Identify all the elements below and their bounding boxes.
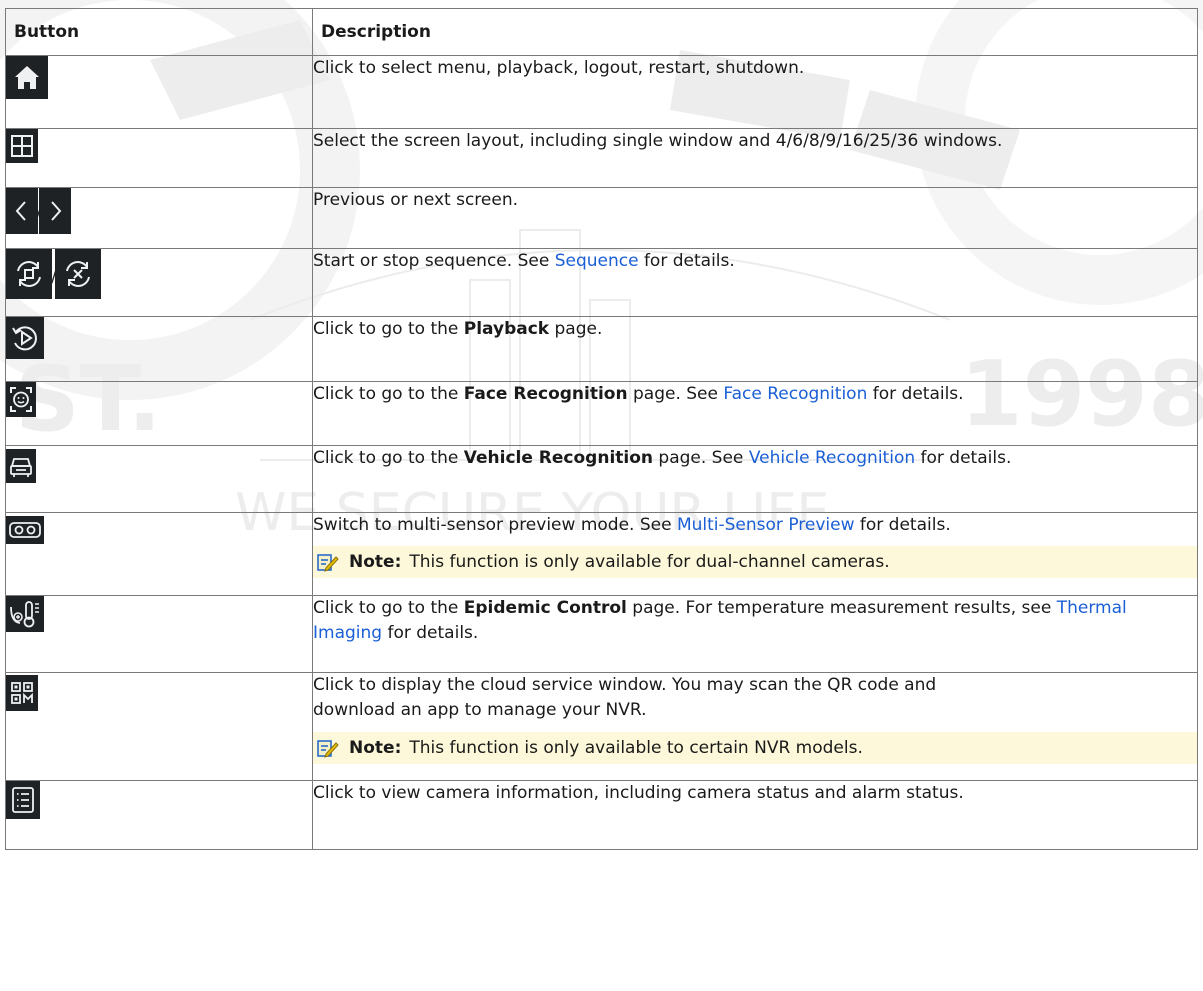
description-cell: Click to go to the Face Recognition page… xyxy=(312,381,1198,446)
description-text: page. See xyxy=(627,384,724,404)
table-row: Click to go to the Face Recognition page… xyxy=(5,381,1198,446)
link-sequence[interactable]: Sequence xyxy=(555,251,639,271)
description-text: Select the screen layout, including sing… xyxy=(313,131,1003,151)
button-cell xyxy=(5,512,313,596)
table-row: Click to select menu, playback, logout, … xyxy=(5,55,1198,129)
table-row: Click to go to the Epidemic Control page… xyxy=(5,595,1198,673)
button-description-table: Button Description Click to select menu,… xyxy=(5,8,1198,850)
description-text: page. xyxy=(549,319,603,339)
link-face-recognition[interactable]: Face Recognition xyxy=(723,384,867,404)
description-text: Click to go to the xyxy=(313,448,464,468)
description-text: for details. xyxy=(867,384,964,404)
description-cell: Select the screen layout, including sing… xyxy=(312,128,1198,188)
table-row: / Previous or next screen. xyxy=(5,187,1198,249)
description-text: page. See xyxy=(653,448,749,468)
description-cell: Click to go to the Playback page. xyxy=(312,316,1198,382)
description-cell: Click to go to the Epidemic Control page… xyxy=(312,595,1198,673)
note-pencil-icon xyxy=(317,552,339,572)
header-button: Button xyxy=(5,8,313,56)
table-row: Click to go to the Vehicle Recognition p… xyxy=(5,445,1198,513)
description-text: for details. xyxy=(915,448,1012,468)
note-label: Note: xyxy=(349,737,402,758)
button-cell: / xyxy=(5,187,313,249)
description-text: for details. xyxy=(382,623,479,643)
bold-ui-term: Vehicle Recognition xyxy=(463,448,654,468)
table-row: Select the screen layout, including sing… xyxy=(5,128,1198,188)
description-text: for details. xyxy=(854,515,951,535)
start-sequence-icon[interactable] xyxy=(6,249,52,299)
table-row: / Start or stop sequence. See Sequence f… xyxy=(5,248,1198,317)
note-box: Note: This function is only available to … xyxy=(313,732,1197,764)
description-text: Click to go to the xyxy=(313,319,464,339)
description-text: Click to display the cloud service windo… xyxy=(313,675,937,720)
button-cell xyxy=(5,672,313,781)
description-text: Click to view camera information, includ… xyxy=(313,783,964,803)
description-cell: Click to go to the Vehicle Recognition p… xyxy=(312,445,1198,513)
table-row: Click to display the cloud service windo… xyxy=(5,672,1198,781)
description-text: for details. xyxy=(638,251,735,271)
link-vehicle-recognition[interactable]: Vehicle Recognition xyxy=(749,448,915,468)
screen-layout-icon[interactable] xyxy=(6,129,38,163)
note-text: This function is only available for dual… xyxy=(409,551,890,572)
description-cell: Click to select menu, playback, logout, … xyxy=(312,55,1198,129)
stop-sequence-icon[interactable] xyxy=(54,249,101,299)
playback-icon[interactable] xyxy=(6,317,44,359)
table-row: Click to view camera information, includ… xyxy=(5,780,1198,850)
description-text: Click to go to the xyxy=(313,384,464,404)
next-screen-icon[interactable] xyxy=(38,188,71,234)
description-text: Click to go to the xyxy=(313,598,464,618)
header-description: Description xyxy=(312,8,1198,56)
button-cell xyxy=(5,316,313,382)
description-text: Previous or next screen. xyxy=(313,190,519,210)
button-cell xyxy=(5,780,313,850)
button-cell: / xyxy=(5,248,313,317)
button-cell xyxy=(5,128,313,188)
description-text: Start or stop sequence. See xyxy=(313,251,555,271)
button-cell xyxy=(5,595,313,673)
camera-info-list-icon[interactable] xyxy=(6,781,40,819)
button-cell xyxy=(5,381,313,446)
description-text: Switch to multi-sensor preview mode. See xyxy=(313,515,677,535)
bold-ui-term: Epidemic Control xyxy=(463,598,627,618)
table-row: Click to go to the Playback page. xyxy=(5,316,1198,382)
qr-code-icon[interactable] xyxy=(6,675,38,711)
epidemic-control-icon[interactable] xyxy=(6,596,44,632)
table-header-row: Button Description xyxy=(5,8,1198,56)
note-label: Note: xyxy=(349,551,402,572)
description-text: Click to select menu, playback, logout, … xyxy=(313,58,805,78)
face-recognition-icon[interactable] xyxy=(6,382,36,417)
bold-ui-term: Face Recognition xyxy=(463,384,628,404)
description-cell: Previous or next screen. xyxy=(312,187,1198,249)
description-cell: Start or stop sequence. See Sequence for… xyxy=(312,248,1198,317)
link-multi-sensor-preview[interactable]: Multi-Sensor Preview xyxy=(677,515,855,535)
table-row: Switch to multi-sensor preview mode. See… xyxy=(5,512,1198,596)
description-text: page. For temperature measurement result… xyxy=(626,598,1057,618)
bold-ui-term: Playback xyxy=(463,319,550,339)
note-text: This function is only available to certa… xyxy=(409,737,863,758)
multi-sensor-icon[interactable] xyxy=(6,516,44,544)
previous-screen-icon[interactable] xyxy=(6,188,38,234)
note-box: Note: This function is only available for… xyxy=(313,546,1197,578)
description-cell: Click to display the cloud service windo… xyxy=(312,672,1198,781)
note-pencil-icon xyxy=(317,738,339,758)
button-cell xyxy=(5,55,313,129)
button-cell xyxy=(5,445,313,513)
description-cell: Click to view camera information, includ… xyxy=(312,780,1198,850)
description-cell: Switch to multi-sensor preview mode. See… xyxy=(312,512,1198,596)
vehicle-recognition-icon[interactable] xyxy=(6,449,36,483)
home-icon[interactable] xyxy=(6,56,48,99)
